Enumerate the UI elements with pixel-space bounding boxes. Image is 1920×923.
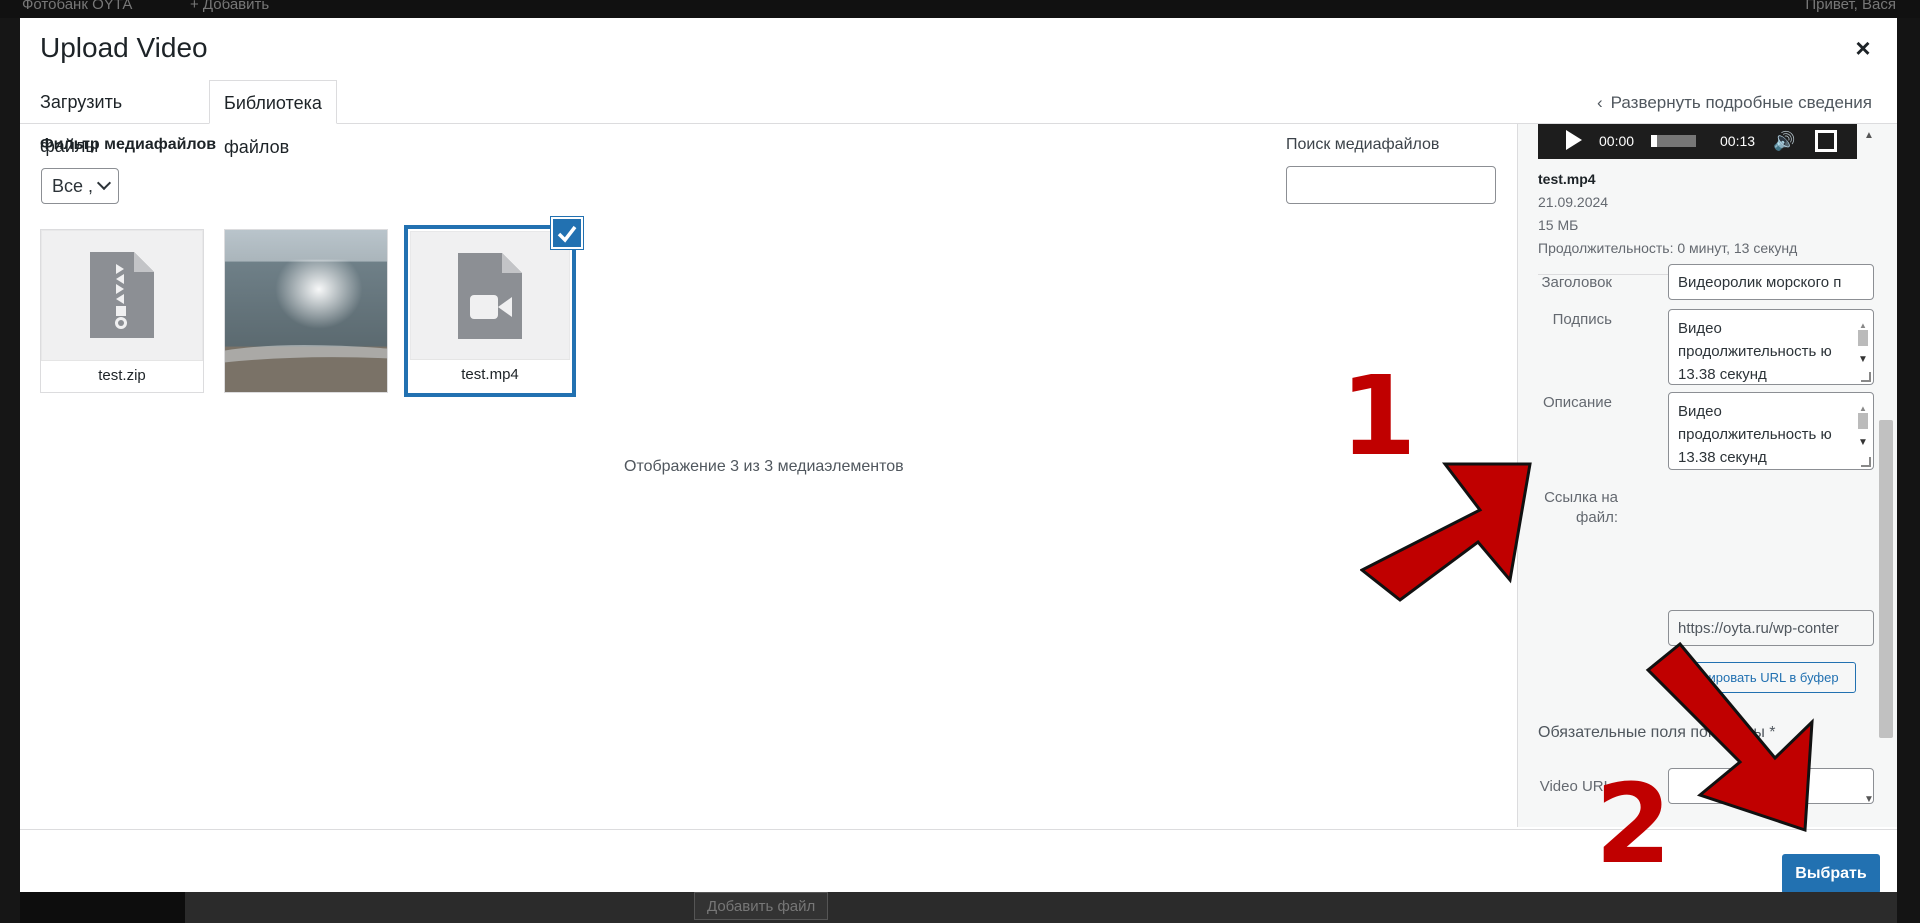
attachment-sea-image[interactable] — [224, 229, 388, 393]
overlay-edge — [1897, 18, 1920, 923]
user-greeting[interactable]: Привет, Вася — [1805, 0, 1896, 13]
duration-time: 00:13 — [1720, 133, 1756, 149]
site-name-link[interactable]: Фотобанк ОYТА — [22, 0, 132, 13]
filter-selected-value: Все , — [52, 176, 94, 196]
caption-field[interactable]: Видео продолжительность ю 13.38 секунд ▲… — [1668, 309, 1874, 385]
detail-size: 15 МБ — [1538, 217, 1579, 233]
description-value: Видео продолжительность ю 13.38 секунд — [1678, 403, 1832, 466]
attachment-test-mp4[interactable]: test.mp4 — [404, 225, 576, 397]
expand-details-label: Развернуть подробные сведения — [1610, 93, 1872, 112]
search-label: Поиск медиафайлов — [1286, 136, 1440, 153]
description-label: Описание — [1542, 394, 1612, 411]
admin-content-strip: Добавить файл — [185, 892, 1897, 923]
media-count-text: Отображение 3 из 3 медиаэлементов — [624, 458, 904, 475]
sidebar-scrollbar[interactable] — [1879, 420, 1893, 738]
modal-title: Upload Video — [40, 32, 208, 63]
detail-filename: test.mp4 — [1538, 171, 1596, 187]
caption-label: Подпись — [1552, 311, 1612, 328]
add-file-button[interactable]: Добавить файл — [694, 892, 829, 920]
expand-details-link[interactable]: ‹ Развернуть подробные сведения — [1597, 93, 1872, 113]
play-icon[interactable] — [1566, 130, 1582, 150]
step1-number: 1 — [1340, 352, 1417, 480]
caption-scrollbar[interactable]: ▲ ▼ — [1857, 314, 1869, 368]
add-new-link[interactable]: + Добавить — [190, 0, 269, 13]
search-input[interactable] — [1286, 166, 1496, 204]
caption-value: Видео продолжительность ю 13.38 секунд — [1678, 320, 1832, 383]
resize-grip-icon[interactable] — [1861, 457, 1871, 467]
resize-grip-icon[interactable] — [1861, 372, 1871, 382]
scroll-up-icon[interactable]: ▲ — [1864, 130, 1874, 141]
admin-top-bar: Фотобанк ОYТА + Добавить Привет, Вася — [0, 0, 1920, 18]
description-field[interactable]: Видео продолжительность ю 13.38 секунд ▲… — [1668, 392, 1874, 470]
select-button[interactable]: Выбрать — [1782, 854, 1880, 892]
volume-icon[interactable]: 🔊 — [1773, 131, 1795, 151]
checkmark-icon — [557, 225, 577, 243]
scroll-down-icon[interactable]: ▼ — [1864, 794, 1874, 805]
filter-select[interactable]: Все , — [41, 168, 119, 204]
fullscreen-icon[interactable] — [1815, 130, 1837, 152]
close-button[interactable]: × — [1849, 34, 1877, 62]
admin-sidebar — [0, 18, 20, 923]
video-player: 00:00 00:13 🔊 — [1538, 124, 1857, 159]
tab-upload-files[interactable]: Загрузить файлы — [40, 80, 136, 156]
progress-handle[interactable] — [1651, 135, 1657, 147]
tab-media-library[interactable]: Библиотека файлов — [209, 80, 337, 157]
chevron-down-icon — [96, 175, 112, 191]
attachment-filename: test.zip — [41, 360, 203, 392]
progress-track[interactable] — [1651, 135, 1696, 147]
detail-date: 21.09.2024 — [1538, 194, 1609, 210]
step2-number: 2 — [1595, 760, 1672, 888]
video-file-icon — [458, 253, 522, 339]
chevron-left-icon: ‹ — [1596, 93, 1603, 112]
selected-check-button[interactable] — [551, 217, 583, 249]
current-time: 00:00 — [1599, 133, 1635, 149]
description-scrollbar[interactable]: ▲ ▼ — [1857, 397, 1869, 451]
archive-file-icon — [90, 252, 154, 338]
detail-duration: Продолжительность: 0 минут, 13 секунд — [1538, 240, 1798, 256]
attachment-filename: test.mp4 — [410, 359, 570, 391]
sea-thumbnail-image — [225, 230, 387, 392]
filter-label: Фильтр медиафайлов — [40, 136, 217, 153]
title-label: Заголовок — [1541, 274, 1612, 291]
attachment-test-zip[interactable]: test.zip — [40, 229, 204, 393]
title-field[interactable] — [1668, 264, 1874, 300]
